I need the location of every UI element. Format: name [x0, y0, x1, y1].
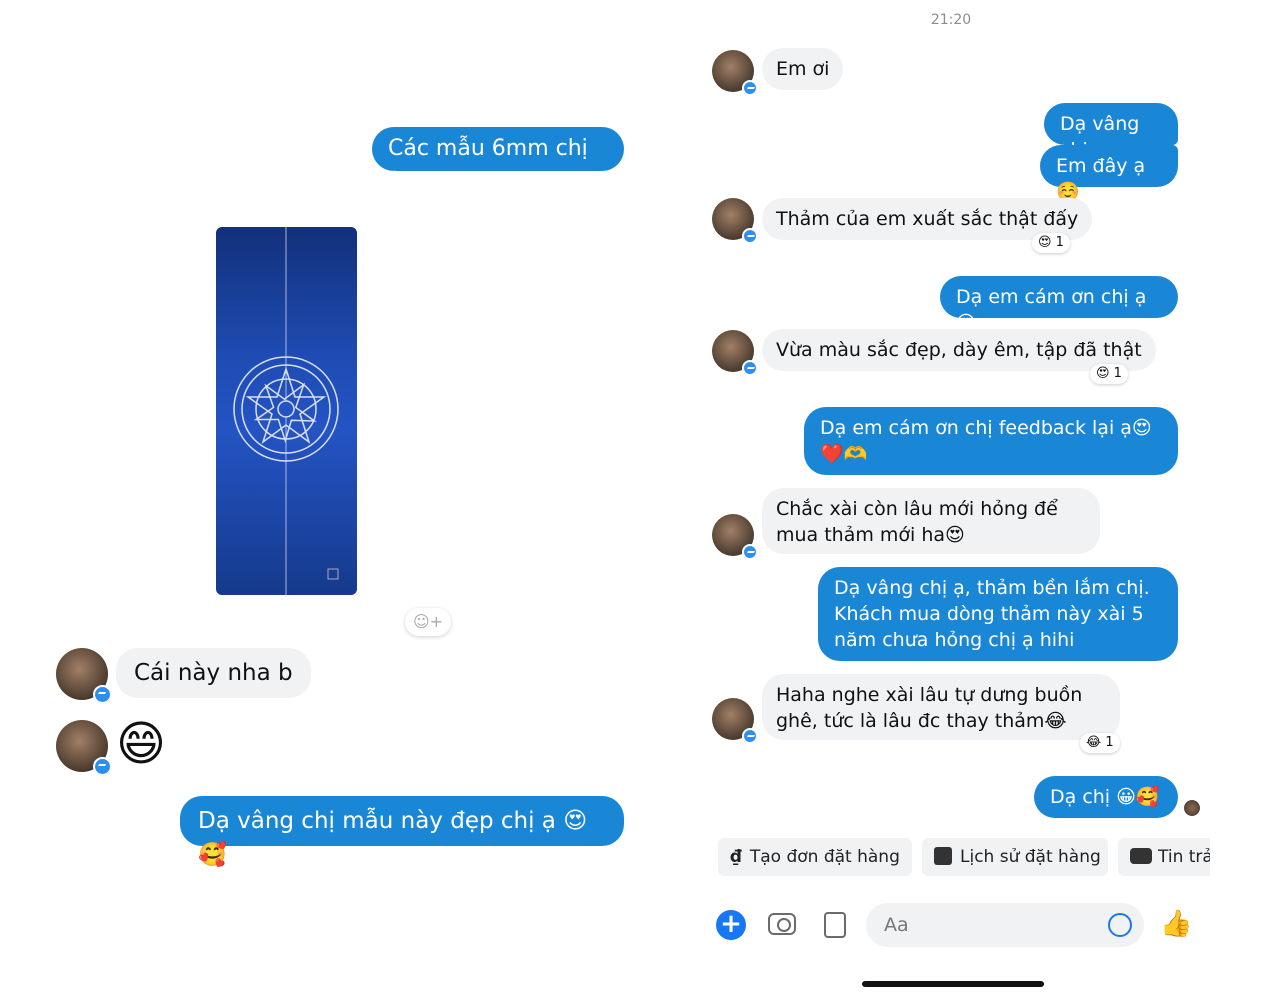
messenger-badge-icon: [93, 757, 112, 776]
add-reaction-button[interactable]: ☺+: [405, 608, 451, 636]
dong-icon: ₫: [730, 847, 742, 867]
quick-reply-replies[interactable]: Tin trả: [1118, 838, 1210, 876]
messenger-badge-icon: [742, 360, 758, 376]
smiley-plus-icon: ☺+: [412, 612, 444, 631]
big-emoji-message: 😄: [116, 714, 166, 774]
incoming-message-text: Cái này nha b: [134, 660, 293, 686]
message-input-placeholder: Aa: [884, 914, 909, 936]
reaction-badge[interactable]: 😍 1: [1090, 364, 1128, 384]
outgoing-message-bubble: Dạ vâng chị: [1044, 103, 1178, 161]
avatar: [56, 720, 112, 776]
avatar: [712, 198, 758, 244]
avatar: [712, 50, 758, 96]
chat-bubbles-icon: [1130, 848, 1152, 864]
timestamp: 21:20: [930, 12, 972, 28]
outgoing-message-bubble: Dạ vâng chị ạ, thảm bền lắm chị. Khách m…: [818, 567, 1178, 661]
incoming-message-bubble: Em ơi: [762, 48, 844, 90]
home-indicator: [862, 981, 1044, 987]
outgoing-message-bubble: Dạ chị 😀🥰: [1034, 776, 1178, 818]
message-input[interactable]: Aa: [866, 903, 1144, 947]
messenger-badge-icon: [93, 685, 112, 704]
quick-reply-create-order[interactable]: ₫ Tạo đơn đặt hàng: [718, 838, 912, 876]
yoga-mat-image[interactable]: [216, 227, 357, 595]
gallery-icon[interactable]: [824, 912, 846, 938]
avatar: [712, 330, 758, 376]
incoming-message-bubble: Haha nghe xài lâu tự dưng buồn ghê, tức …: [762, 674, 1120, 740]
messenger-badge-icon: [742, 544, 758, 560]
incoming-message-bubble: Cái này nha b: [116, 648, 311, 698]
outgoing-message-bubble: Dạ em cám ơn chị ạ 😍: [940, 276, 1178, 334]
avatar: [56, 648, 112, 704]
product-caption-text: Các mẫu 6mm chị ạ: [388, 136, 588, 189]
emoji-icon[interactable]: [1108, 913, 1132, 937]
product-caption-bubble: Các mẫu 6mm chị ạ: [372, 127, 624, 189]
like-icon[interactable]: 👍: [1160, 910, 1192, 938]
seen-avatar: [1184, 800, 1200, 816]
outgoing-message-bubble: Em đây ạ☺️: [1040, 145, 1178, 203]
receipt-icon: [934, 847, 952, 865]
messenger-badge-icon: [742, 80, 758, 96]
camera-icon[interactable]: [768, 913, 796, 935]
grinning-emoji: 😄: [116, 716, 167, 772]
outgoing-message-bubble: Dạ em cám ơn chị feedback lại ạ😍❤️🫶: [804, 407, 1178, 475]
outgoing-message-bubble: Dạ vâng chị mẫu này đẹp chị ạ 😍🥰: [180, 796, 624, 868]
quick-reply-order-history[interactable]: Lịch sử đặt hàng: [922, 838, 1108, 876]
reaction-badge[interactable]: 😂 1: [1080, 733, 1120, 753]
messenger-badge-icon: [742, 728, 758, 744]
outgoing-message-text: Dạ vâng chị mẫu này đẹp chị ạ 😍🥰: [198, 808, 588, 868]
incoming-message-bubble: Chắc xài còn lâu mới hỏng để mua thảm mớ…: [762, 488, 1100, 554]
avatar: [712, 514, 758, 560]
plus-icon[interactable]: +: [716, 910, 746, 940]
reaction-badge[interactable]: 😍 1: [1032, 233, 1070, 253]
messenger-badge-icon: [742, 228, 758, 244]
avatar: [712, 698, 758, 744]
